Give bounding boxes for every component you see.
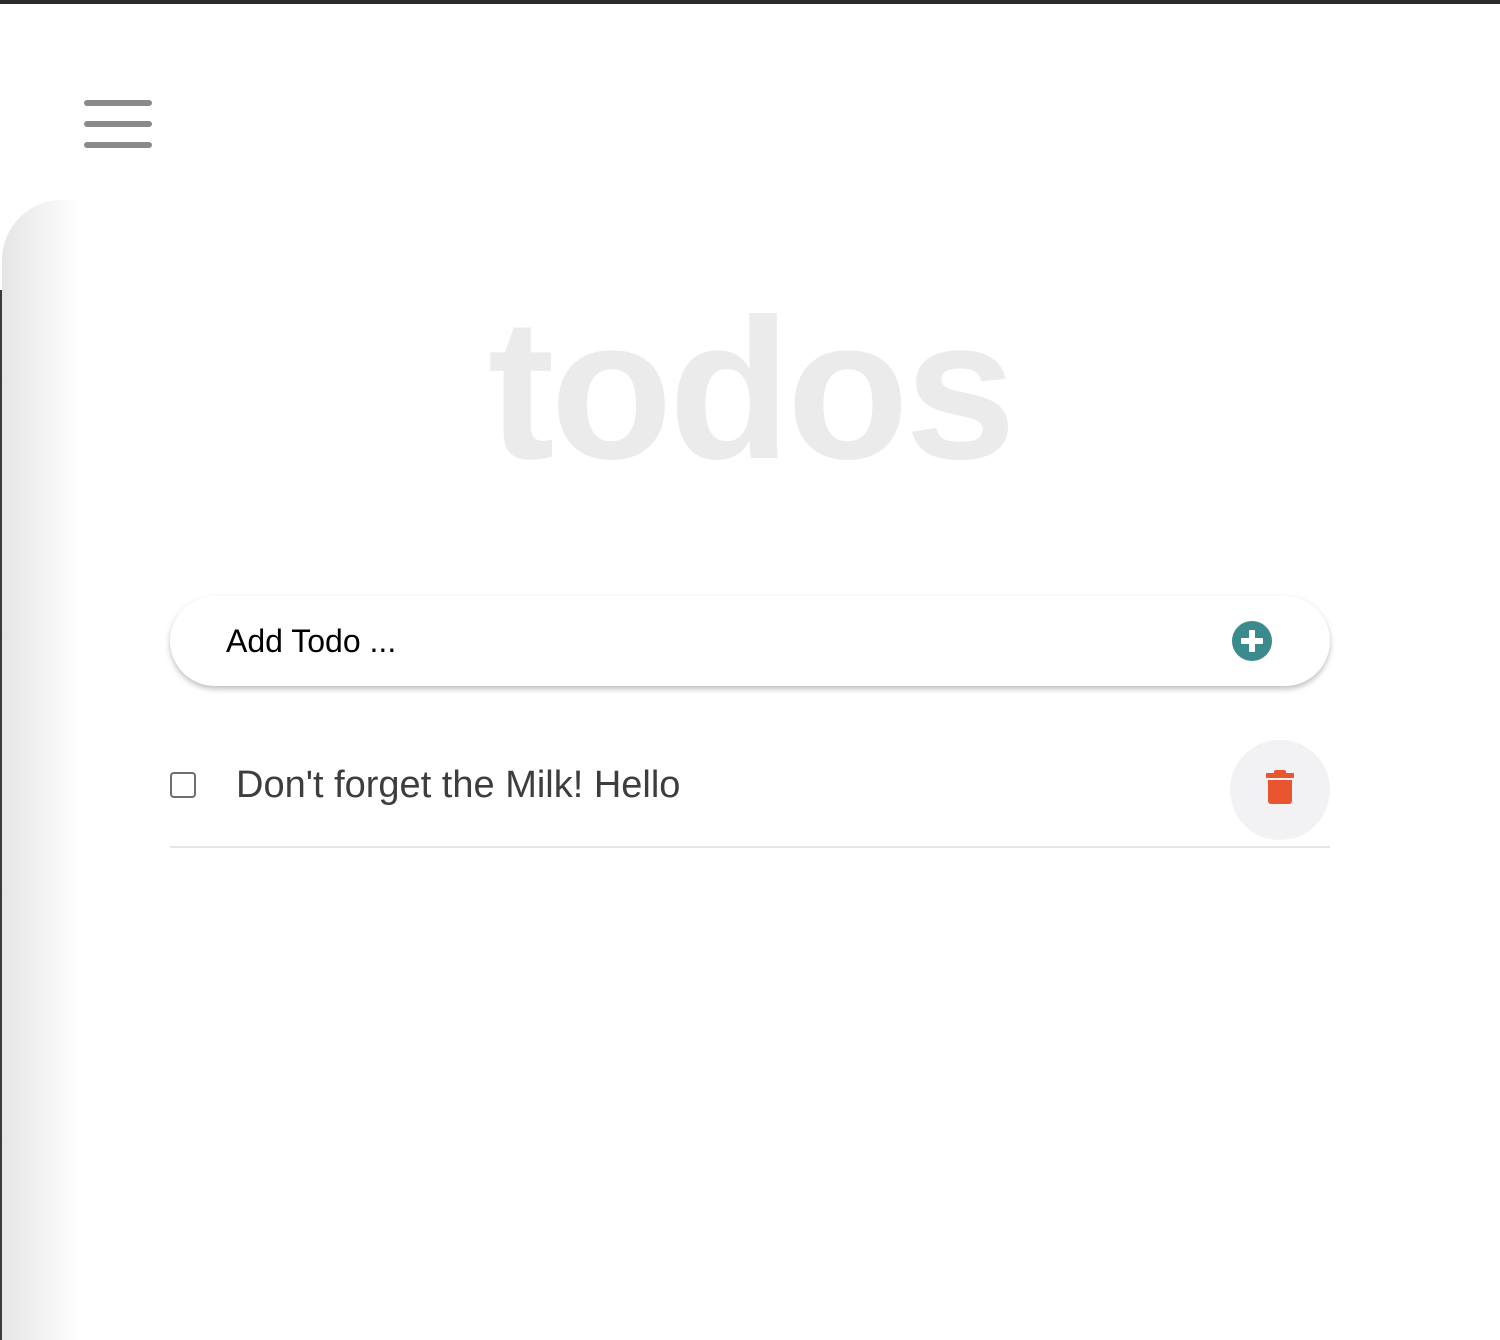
plus-circle-icon[interactable] bbox=[1232, 621, 1272, 661]
todo-list: Don't forget the Milk! Hello bbox=[170, 740, 1330, 848]
delete-todo-button[interactable] bbox=[1230, 740, 1330, 840]
hamburger-line bbox=[84, 142, 152, 148]
add-todo-input[interactable] bbox=[226, 618, 1206, 664]
list-item: Don't forget the Milk! Hello bbox=[170, 740, 1330, 848]
todo-checkbox[interactable] bbox=[170, 772, 196, 798]
page-title: todos bbox=[487, 278, 1016, 501]
hamburger-menu-icon[interactable] bbox=[84, 100, 152, 148]
hamburger-line bbox=[84, 121, 152, 127]
hamburger-line bbox=[84, 100, 152, 106]
add-todo-bar bbox=[170, 596, 1330, 686]
todo-text: Don't forget the Milk! Hello bbox=[236, 764, 681, 806]
window-top-border bbox=[0, 0, 1500, 4]
